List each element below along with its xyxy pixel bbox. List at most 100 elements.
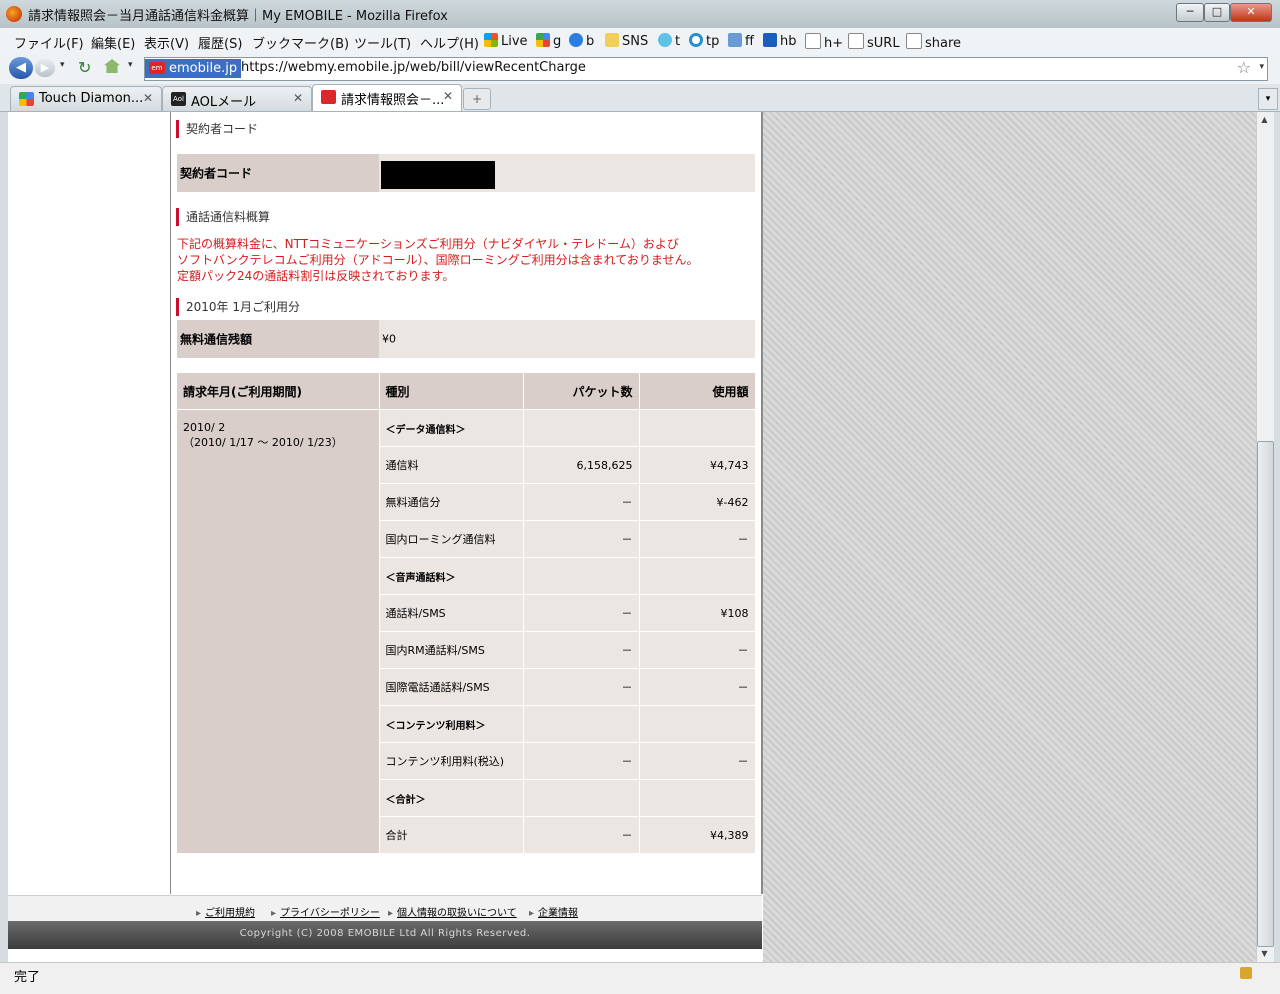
close-window-button[interactable]: ✕: [1230, 3, 1272, 22]
tab-label: AOLメール: [191, 95, 257, 110]
cell-type: ＜コンテンツ利用料＞: [379, 705, 524, 743]
cell-type: 国際電話通話料/SMS: [379, 668, 524, 706]
free-balance-label: 無料通信残額: [177, 320, 379, 358]
status-text: 完了: [14, 970, 41, 985]
footer-link-company[interactable]: 企業情報: [529, 904, 578, 919]
cell-packets: －: [523, 742, 640, 780]
history-dropdown-icon[interactable]: ▾: [60, 60, 65, 70]
tab-list-icon[interactable]: ▾: [1258, 88, 1278, 110]
lock-icon[interactable]: [1240, 967, 1252, 979]
bookmark-live[interactable]: Live: [484, 33, 528, 49]
cell-amount: －: [639, 742, 756, 780]
tab-aol-mail[interactable]: Aol AOLメール ✕: [162, 86, 312, 111]
section-heading-contract: 契約者コード: [176, 120, 258, 138]
cell-amount: －: [639, 520, 756, 558]
page-icon: [805, 33, 821, 49]
hatena-bookmark-icon: [763, 33, 777, 47]
bookmark-tp[interactable]: tp: [689, 33, 719, 49]
footer-links: ご利用規約 プライバシーポリシー 個人情報の取扱いについて 企業情報: [8, 895, 762, 922]
bookmark-b[interactable]: b: [569, 33, 594, 49]
bookmark-share[interactable]: share: [906, 33, 961, 51]
usage-period: （2010/ 1/17 ～ 2010/ 1/23）: [183, 436, 343, 449]
table-row: 2010/ 2 （2010/ 1/17 ～ 2010/ 1/23） ＜データ通信料＞: [177, 409, 756, 853]
window-frame-left: [0, 112, 8, 962]
menu-file[interactable]: ファイル(F): [14, 33, 84, 52]
billing-period-cell: 2010/ 2 （2010/ 1/17 ～ 2010/ 1/23）: [177, 409, 380, 853]
scroll-down-icon[interactable]: ▼: [1257, 947, 1272, 961]
new-tab-button[interactable]: +: [463, 88, 491, 110]
free-balance-row: 無料通信残額 ¥0: [177, 320, 755, 358]
cell-amount: ¥4,743: [639, 446, 756, 484]
tab-close-icon[interactable]: ✕: [443, 89, 453, 103]
bookmark-star-icon[interactable]: ☆: [1237, 58, 1251, 77]
cell-packets: －: [523, 594, 640, 632]
footer-link-terms[interactable]: ご利用規約: [196, 904, 255, 919]
firefox-logo-icon: [6, 6, 22, 22]
bookmark-g[interactable]: g: [536, 33, 561, 49]
status-bar: 完了: [0, 962, 1280, 994]
bookmark-ff[interactable]: ff: [728, 33, 754, 49]
typepad-icon: [689, 33, 703, 47]
back-arrow-icon[interactable]: ◀: [9, 57, 33, 79]
menu-help[interactable]: ヘルプ(H): [420, 33, 479, 52]
contract-code-label: 契約者コード: [177, 154, 379, 192]
column-header-amount: 使用額: [639, 373, 756, 410]
cell-packets: [523, 779, 640, 817]
cell-amount: ¥108: [639, 594, 756, 632]
column-header-type: 種別: [379, 373, 524, 410]
menu-bookmarks[interactable]: ブックマーク(B): [252, 33, 349, 52]
cell-amount: [639, 779, 756, 817]
tab-label: Touch Diamon...: [39, 91, 144, 106]
scrollbar-thumb[interactable]: [1257, 441, 1274, 947]
window-titlebar: 請求情報照会－当月通話通信料金概算｜My EMOBILE - Mozilla F…: [0, 0, 1280, 28]
cell-amount: －: [639, 631, 756, 669]
menu-tools[interactable]: ツール(T): [354, 33, 411, 52]
site-identity-label: emobile.jp: [169, 61, 238, 76]
windows-live-icon: [484, 33, 498, 47]
billing-table: 請求年月(ご利用期間) 種別 パケット数 使用額 2010/ 2 （2010/ 1…: [177, 373, 756, 853]
google-icon: [536, 33, 550, 47]
address-bar[interactable]: em emobile.jp https://webmy.emobile.jp/w…: [144, 57, 1268, 81]
b-icon: [569, 33, 583, 47]
maximize-button[interactable]: □: [1204, 3, 1230, 22]
cell-type: 国内RM通話料/SMS: [379, 631, 524, 669]
window-title: 請求情報照会－当月通話通信料金概算｜My EMOBILE - Mozilla F…: [28, 9, 448, 24]
tab-touch-diamond[interactable]: Touch Diamon... ✕: [10, 86, 162, 111]
tab-label: 請求情報照会－...: [341, 93, 445, 108]
footer-link-privacy[interactable]: プライバシーポリシー: [271, 904, 380, 919]
url-dropdown-icon[interactable]: ▾: [1259, 62, 1264, 72]
bookmark-hb[interactable]: hb: [763, 33, 797, 49]
column-header-packets: パケット数: [523, 373, 640, 410]
url-text[interactable]: https://webmy.emobile.jp/web/bill/viewRe…: [241, 60, 586, 75]
site-identity-button[interactable]: em emobile.jp: [145, 59, 242, 78]
reload-icon[interactable]: ↻: [78, 58, 91, 77]
cell-type: ＜音声通話料＞: [379, 557, 524, 595]
minimize-button[interactable]: ─: [1176, 3, 1204, 22]
chevron-down-icon[interactable]: ▾: [128, 60, 133, 70]
bookmark-hplus[interactable]: h+: [805, 33, 843, 51]
menu-history[interactable]: 履歴(S): [198, 33, 242, 52]
friendfeed-icon: [728, 33, 742, 47]
menu-view[interactable]: 表示(V): [144, 33, 189, 52]
cell-packets: －: [523, 520, 640, 558]
cell-packets: －: [523, 483, 640, 521]
footer-link-personal-info[interactable]: 個人情報の取扱いについて: [388, 904, 517, 919]
billing-month: 2010/ 2: [183, 421, 226, 434]
bookmark-t[interactable]: t: [658, 33, 680, 49]
emobile-favicon-icon: em: [149, 62, 165, 74]
tab-billing-active[interactable]: 請求情報照会－... ✕: [312, 84, 462, 111]
scroll-up-icon[interactable]: ▲: [1257, 113, 1272, 127]
forward-arrow-icon[interactable]: ▶: [35, 59, 55, 77]
tab-close-icon[interactable]: ✕: [143, 91, 153, 105]
notice-line: 定額パック24の通話料割引は反映されております。: [177, 269, 455, 283]
cell-type: 通信料: [379, 446, 524, 484]
page-icon: [848, 33, 864, 49]
cell-amount: ¥-462: [639, 483, 756, 521]
section-heading-month: 2010年 1月ご利用分: [176, 298, 300, 316]
emobile-favicon-icon: [321, 90, 336, 104]
free-balance-value: ¥0: [382, 332, 396, 346]
tab-close-icon[interactable]: ✕: [293, 91, 303, 105]
bookmark-sns[interactable]: SNS: [605, 33, 648, 49]
menu-edit[interactable]: 編集(E): [91, 33, 135, 52]
bookmark-surl[interactable]: sURL: [848, 33, 900, 51]
